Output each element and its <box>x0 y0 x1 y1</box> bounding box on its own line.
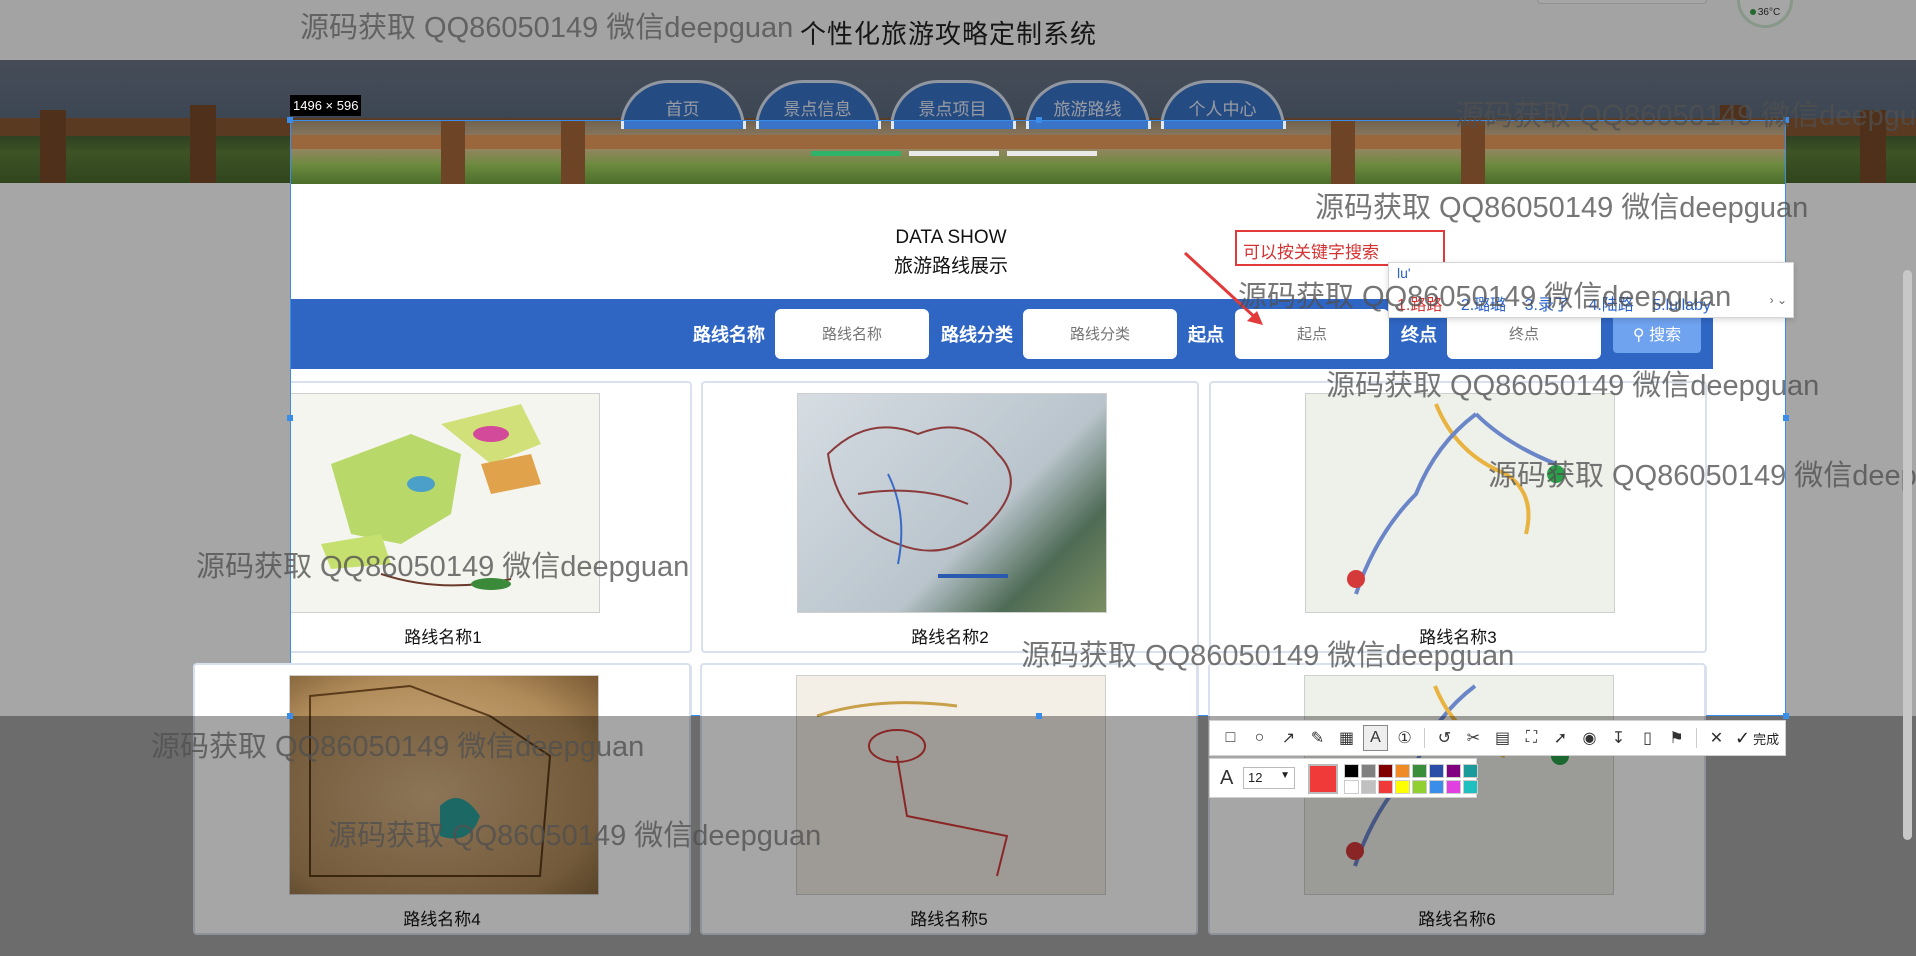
leaf-icon <box>1749 9 1756 15</box>
font-size-select[interactable]: 12 ▼ <box>1243 767 1295 789</box>
chevron-down-icon: ▼ <box>1280 770 1290 781</box>
route-name-label: 路线名称 <box>693 325 765 345</box>
arrow-icon[interactable]: ↗ <box>1276 725 1301 751</box>
save-icon[interactable]: ▯ <box>1635 725 1660 751</box>
scissors-icon[interactable]: ✂ <box>1461 725 1486 751</box>
route-name-1[interactable]: 路线名称1 <box>291 623 690 648</box>
end-label: 终点 <box>1401 325 1437 345</box>
current-color-swatch[interactable] <box>1308 764 1338 794</box>
color-swatch[interactable] <box>1446 764 1461 778</box>
color-swatch[interactable] <box>1361 780 1376 794</box>
record-icon[interactable]: ◉ <box>1577 725 1602 751</box>
color-swatch[interactable] <box>1463 780 1478 794</box>
color-swatch[interactable] <box>1463 764 1478 778</box>
capture-toolbar: □ ○ ↗ ✎ ▦ A ① ↺ ✂ ▤ ⛶ ➚ ◉ ↧ ▯ ⚑ ✕ ✓ 完成 <box>1209 720 1786 756</box>
site-header: 个性化旅游攻略定制系统 36°C <box>0 0 1916 60</box>
text-icon[interactable]: A <box>1363 725 1388 751</box>
ime-candidate-4[interactable]: 4.陆路 <box>1588 297 1633 314</box>
color-swatch[interactable] <box>1378 780 1393 794</box>
route-image-1[interactable] <box>291 393 600 613</box>
color-swatch[interactable] <box>1361 764 1376 778</box>
resize-handle-br[interactable] <box>1783 713 1789 719</box>
ime-composition: lu' <box>1397 265 1411 281</box>
ime-candidates: 1.路路 2.璐璐 3.录了 4.陆路 5.lullaby <box>1397 291 1725 315</box>
toolbar-divider <box>1696 728 1697 748</box>
close-icon[interactable]: ✕ <box>1704 725 1729 751</box>
mosaic-icon[interactable]: ▦ <box>1334 725 1359 751</box>
slider-dot-3[interactable] <box>1007 151 1097 156</box>
resize-handle-l[interactable] <box>287 415 293 421</box>
chevron-down-icon[interactable]: › ⌄ <box>1770 293 1787 307</box>
slider-dot-2[interactable] <box>909 151 999 156</box>
nav-tabs-bottom <box>621 121 1286 129</box>
weather-temp: 36°C <box>1757 7 1781 18</box>
color-swatch[interactable] <box>1429 764 1444 778</box>
ime-candidate-5[interactable]: 5.lullaby <box>1652 297 1711 314</box>
toolbar-divider <box>1424 728 1425 748</box>
pen-icon[interactable]: ✎ <box>1305 725 1330 751</box>
route-name-2[interactable]: 路线名称2 <box>703 623 1197 648</box>
font-size-value: 12 <box>1248 770 1263 785</box>
download-icon[interactable]: ↧ <box>1606 725 1631 751</box>
ime-candidate-window[interactable]: lu' 1.路路 2.璐璐 3.录了 4.陆路 5.lullaby › ⌄ <box>1388 262 1794 318</box>
check-icon: ✓ <box>1735 727 1751 748</box>
route-image-2[interactable] <box>797 393 1107 613</box>
pin-icon[interactable]: ➚ <box>1548 725 1573 751</box>
slider-dot-1[interactable] <box>811 151 901 156</box>
color-swatch[interactable] <box>1395 764 1410 778</box>
route-image-3[interactable] <box>1305 393 1615 613</box>
page-scrollbar[interactable] <box>1903 270 1912 840</box>
category-label: 路线分类 <box>941 325 1013 345</box>
annotation-arrow[interactable] <box>1181 251 1271 331</box>
color-swatch[interactable] <box>1429 780 1444 794</box>
color-palette <box>1344 764 1478 794</box>
ime-candidate-2[interactable]: 2.璐璐 <box>1461 297 1506 314</box>
resize-handle-t[interactable] <box>1036 117 1042 123</box>
rectangle-icon[interactable]: □ <box>1218 725 1243 751</box>
resize-handle-tr[interactable] <box>1783 117 1789 123</box>
color-swatch[interactable] <box>1446 780 1461 794</box>
route-card-2[interactable]: 路线名称2 <box>701 381 1199 653</box>
ocr-icon[interactable]: ▤ <box>1490 725 1515 751</box>
done-label: 完成 <box>1753 731 1780 747</box>
color-swatch[interactable] <box>1395 780 1410 794</box>
text-style-toolbar: A 12 ▼ <box>1209 758 1478 798</box>
color-swatch[interactable] <box>1378 764 1393 778</box>
section-title-en: DATA SHOW <box>895 227 1007 248</box>
section-title: DATA SHOW 旅游路线展示 <box>861 227 1041 278</box>
ellipse-icon[interactable]: ○ <box>1247 725 1272 751</box>
site-title: 个性化旅游攻略定制系统 <box>800 19 1098 49</box>
resize-handle-b[interactable] <box>1036 713 1042 719</box>
resize-handle-bl[interactable] <box>287 713 293 719</box>
route-card-1[interactable]: 路线名称1 <box>291 381 692 653</box>
weather-badge: 36°C <box>1737 0 1793 28</box>
route-name-input[interactable] <box>775 309 929 359</box>
scan-icon[interactable]: ⛶ <box>1519 725 1544 751</box>
banner-slider-dots <box>811 151 1097 156</box>
done-button[interactable]: ✓ 完成 <box>1735 728 1779 749</box>
ime-candidate-1[interactable]: 1.路路 <box>1397 297 1442 314</box>
route-card-3[interactable]: 路线名称3 <box>1209 381 1707 653</box>
resize-handle-tl[interactable] <box>287 117 293 123</box>
resize-handle-r[interactable] <box>1783 415 1789 421</box>
color-swatch[interactable] <box>1344 764 1359 778</box>
section-title-zh: 旅游路线展示 <box>893 256 1008 277</box>
color-swatch[interactable] <box>1412 780 1427 794</box>
color-swatch[interactable] <box>1344 780 1359 794</box>
route-name-3[interactable]: 路线名称3 <box>1211 623 1705 648</box>
selection-size-label: 1496 × 596 <box>290 95 362 116</box>
number-icon[interactable]: ① <box>1392 725 1417 751</box>
search-button-label: 搜索 <box>1649 327 1682 344</box>
color-swatch[interactable] <box>1412 764 1427 778</box>
ime-candidate-3[interactable]: 3.录了 <box>1525 297 1570 314</box>
capture-selection[interactable]: DATA SHOW 旅游路线展示 路线名称 路线分类 起点 终点 ⚲ 搜索 <box>290 120 1786 716</box>
bookmark-icon[interactable]: ⚑ <box>1664 725 1689 751</box>
category-input[interactable] <box>1023 309 1177 359</box>
font-icon: A <box>1220 767 1234 789</box>
undo-icon[interactable]: ↺ <box>1432 725 1457 751</box>
search-icon: ⚲ <box>1632 327 1645 344</box>
top-widget <box>1537 0 1707 4</box>
